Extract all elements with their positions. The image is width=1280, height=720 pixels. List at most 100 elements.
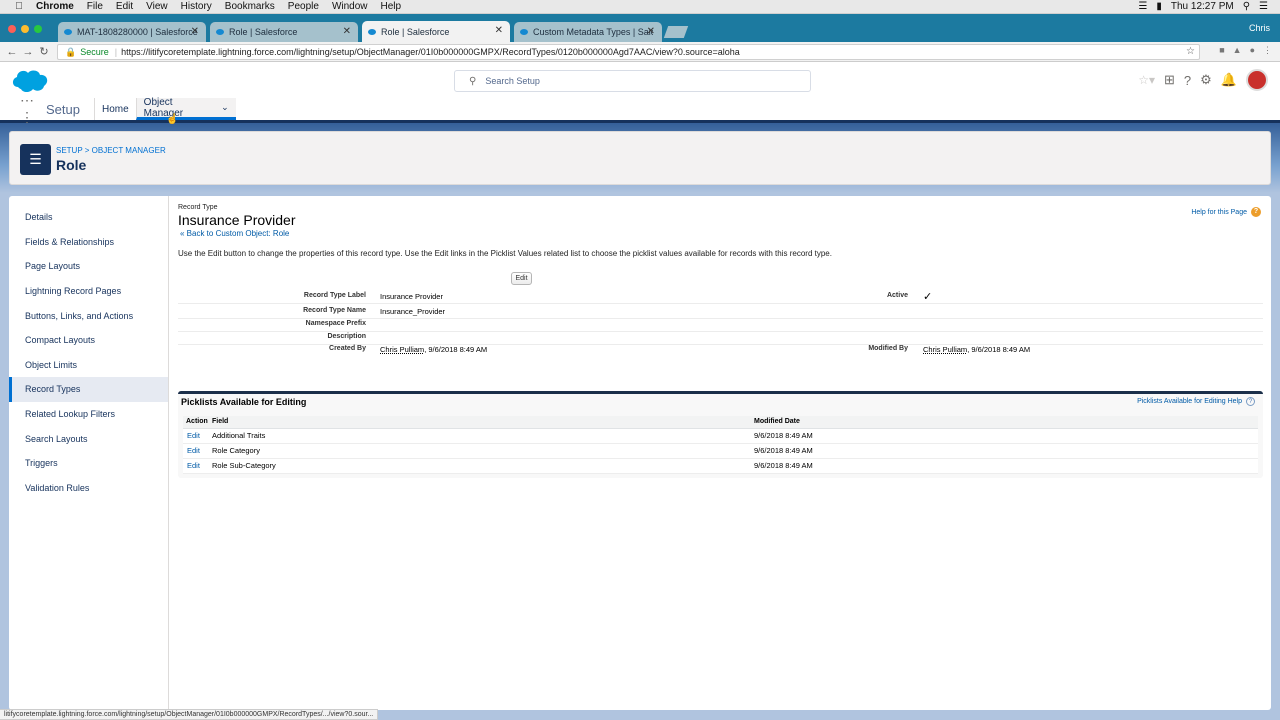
spotlight-icon[interactable]: ⚲ — [1243, 1, 1250, 12]
sidebar-item-related-lookup-filters[interactable]: Related Lookup Filters — [9, 402, 168, 427]
column-header-action: Action — [183, 416, 209, 429]
sidebar-item-buttons-links-actions[interactable]: Buttons, Links, and Actions — [9, 303, 168, 328]
sidebar-item-triggers[interactable]: Triggers — [9, 451, 168, 476]
wifi-icon[interactable]: ☰ — [1138, 1, 1147, 12]
setup-gear-icon[interactable]: ⚙ — [1200, 72, 1212, 88]
url-text[interactable]: https://litifycoretemplate.lightning.for… — [121, 47, 740, 57]
extension-icons: ■ ▲ ● ⋮ — [1219, 45, 1272, 56]
picklists-table: Action Field Modified Date Edit Addition… — [183, 416, 1258, 474]
chrome-menu-icon[interactable]: ⋮ — [1263, 45, 1272, 56]
record-type-name-value: Insurance_Provider — [380, 307, 446, 316]
menu-edit[interactable]: Edit — [116, 1, 133, 12]
back-to-custom-object-link[interactable]: « Back to Custom Object: Role — [180, 229, 289, 238]
table-row: Edit Role Sub-Category 9/6/2018 8:49 AM — [183, 458, 1258, 474]
user-avatar[interactable] — [1246, 69, 1268, 91]
salesforce-favicon-icon — [368, 28, 376, 35]
created-by-user-link[interactable]: Chris Pulliam — [380, 345, 424, 354]
notifications-bell-icon[interactable]: 🔔 — [1221, 72, 1237, 88]
close-tab-icon[interactable]: ✕ — [191, 26, 199, 37]
close-tab-icon[interactable]: ✕ — [343, 26, 351, 37]
minimize-window-icon[interactable] — [21, 25, 29, 33]
apple-icon[interactable]:  — [12, 1, 26, 12]
browser-tab-3-active[interactable]: Role | Salesforce ✕ — [362, 21, 510, 42]
browser-tab-1[interactable]: MAT-1808280000 | Salesforce ✕ — [58, 22, 206, 42]
salesforce-header: ⚲ Search Setup ☆▾ ⊞ ? ⚙ 🔔 — [0, 62, 1280, 98]
close-tab-icon[interactable]: ✕ — [647, 26, 655, 37]
favorites-star-icon[interactable]: ☆▾ — [1138, 73, 1155, 87]
modified-date: 9/6/2018 8:49 AM — [751, 443, 1258, 459]
field-name: Role Sub-Category — [209, 458, 751, 474]
close-window-icon[interactable] — [8, 25, 16, 33]
sidebar-item-record-types[interactable]: Record Types — [9, 377, 168, 402]
menu-bookmarks[interactable]: Bookmarks — [225, 1, 275, 12]
new-tab-button[interactable] — [663, 26, 689, 38]
salesforce-logo-icon[interactable] — [10, 67, 50, 95]
chevron-down-icon[interactable]: ⌄ — [221, 102, 229, 113]
extension-icon[interactable]: ▲ — [1233, 45, 1242, 56]
bookmark-star-icon[interactable]: ☆ — [1186, 46, 1195, 57]
back-arrow-icon[interactable]: ← — [4, 46, 20, 58]
status-bar-url: litifycoretemplate.lightning.force.com/l… — [0, 709, 379, 720]
nav-home[interactable]: Home — [93, 98, 136, 120]
sidebar-item-fields-relationships[interactable]: Fields & Relationships — [9, 230, 168, 255]
sidebar-item-lightning-record-pages[interactable]: Lightning Record Pages — [9, 279, 168, 304]
notification-icon[interactable]: ☰ — [1259, 1, 1268, 12]
sidebar-item-validation-rules[interactable]: Validation Rules — [9, 476, 168, 501]
maximize-window-icon[interactable] — [34, 25, 42, 33]
close-tab-icon[interactable]: ✕ — [495, 25, 503, 36]
modified-by-label: Modified By — [868, 345, 908, 352]
url-bar[interactable]: 🔒 Secure | https://litifycoretemplate.li… — [57, 44, 1200, 60]
help-question-icon[interactable]: ? — [1246, 397, 1255, 406]
table-row: Edit Role Category 9/6/2018 8:49 AM — [183, 443, 1258, 459]
mac-menubar:  Chrome File Edit View History Bookmark… — [0, 0, 1280, 14]
help-for-page-label[interactable]: Help for this Page — [1191, 209, 1247, 216]
menu-view[interactable]: View — [146, 1, 168, 12]
search-setup-input[interactable]: ⚲ Search Setup — [454, 70, 811, 92]
profile-name[interactable]: Chris — [1249, 23, 1270, 33]
menu-app-chrome[interactable]: Chrome — [36, 1, 74, 12]
help-for-page-link[interactable]: Help for this Page ? — [1191, 207, 1261, 217]
search-icon: ⚲ — [469, 75, 477, 87]
detail-row: Record Type Name Insurance_Provider — [178, 305, 1263, 319]
help-question-icon[interactable]: ? — [1251, 207, 1261, 217]
detail-row: Record Type Label Insurance Provider Act… — [178, 290, 1263, 304]
sidebar-item-page-layouts[interactable]: Page Layouts — [9, 254, 168, 279]
battery-icon[interactable]: ▮ — [1156, 1, 1162, 12]
menu-people[interactable]: People — [288, 1, 319, 12]
menu-window[interactable]: Window — [332, 1, 368, 12]
menu-file[interactable]: File — [87, 1, 103, 12]
clock[interactable]: Thu 12:27 PM — [1171, 1, 1234, 12]
help-question-icon[interactable]: ? — [1184, 73, 1191, 88]
record-type-name-label: Record Type Name — [303, 307, 366, 314]
extension-icon[interactable]: ■ — [1219, 45, 1224, 56]
modified-by-user-link[interactable]: Chris Pulliam — [923, 345, 967, 354]
browser-tab-2[interactable]: Role | Salesforce ✕ — [210, 22, 358, 42]
edit-link[interactable]: Edit — [183, 428, 209, 444]
description-label: Description — [327, 333, 366, 340]
header-utility-icons: ☆▾ ⊞ ? ⚙ 🔔 — [1138, 69, 1268, 91]
reload-icon[interactable]: ↻ — [36, 45, 52, 58]
content-panel: Details Fields & Relationships Page Layo… — [9, 196, 1271, 710]
picklists-title: Picklists Available for Editing — [181, 397, 307, 407]
nav-object-manager[interactable]: Object Manager ⌄ — [135, 97, 236, 120]
app-launcher-grid-icon[interactable]: ⋯⋮ — [20, 92, 40, 126]
picklists-help-label[interactable]: Picklists Available for Editing Help — [1137, 398, 1242, 405]
menu-history[interactable]: History — [181, 1, 212, 12]
breadcrumb[interactable]: SETUP > OBJECT MANAGER — [56, 146, 166, 155]
sidebar-item-details[interactable]: Details — [9, 205, 168, 230]
edit-link[interactable]: Edit — [183, 443, 209, 459]
created-by-date: , 9/6/2018 8:49 AM — [424, 345, 488, 354]
edit-button[interactable]: Edit — [511, 272, 532, 285]
table-row: Edit Additional Traits 9/6/2018 8:49 AM — [183, 428, 1258, 444]
browser-tab-4[interactable]: Custom Metadata Types | Sale ✕ — [514, 22, 662, 42]
sidebar-item-compact-layouts[interactable]: Compact Layouts — [9, 328, 168, 353]
edit-link[interactable]: Edit — [183, 458, 209, 474]
forward-arrow-icon[interactable]: → — [20, 46, 36, 58]
extension-icon[interactable]: ● — [1250, 45, 1255, 56]
hand-cursor-icon: ☝ — [166, 114, 179, 125]
picklists-help-link[interactable]: Picklists Available for Editing Help ? — [1137, 397, 1255, 406]
sidebar-item-object-limits[interactable]: Object Limits — [9, 353, 168, 378]
global-actions-plus-icon[interactable]: ⊞ — [1164, 72, 1175, 88]
menu-help[interactable]: Help — [381, 1, 402, 12]
sidebar-item-search-layouts[interactable]: Search Layouts — [9, 426, 168, 451]
